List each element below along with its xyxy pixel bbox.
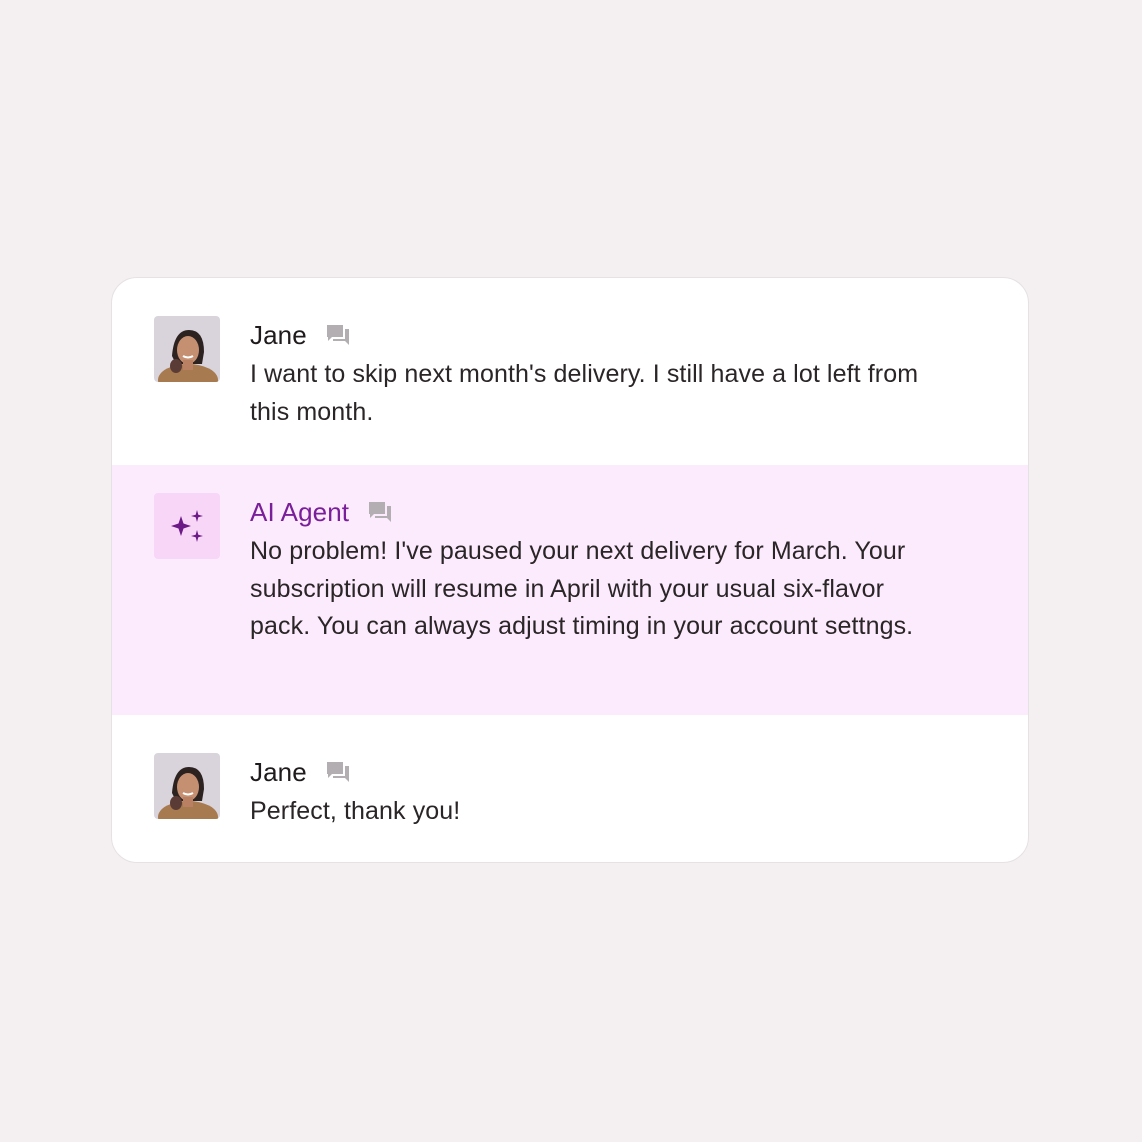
user-avatar xyxy=(154,753,220,819)
message-content: AI Agent No problem! I've paused your ne… xyxy=(250,495,928,646)
message-content: Jane I want to skip next month's deliver… xyxy=(250,318,928,431)
user-photo-avatar xyxy=(154,753,220,819)
chat-bubble-icon xyxy=(326,762,349,782)
conversation-card: Jane I want to skip next month's deliver… xyxy=(111,277,1029,863)
message-text: No problem! I've paused your next delive… xyxy=(250,537,914,640)
sender-name: AI Agent xyxy=(250,496,350,527)
sender-name: Jane xyxy=(250,756,307,787)
message-header: AI Agent xyxy=(250,495,928,529)
message-header: Jane xyxy=(250,318,928,352)
message-header: Jane xyxy=(250,755,928,789)
message-item: Jane I want to skip next month's deliver… xyxy=(112,278,1028,465)
user-photo-avatar xyxy=(154,316,220,382)
chat-bubble-icon xyxy=(369,502,392,522)
message-item-agent: AI Agent No problem! I've paused your ne… xyxy=(112,465,1028,715)
chat-bubble-icon xyxy=(326,325,349,345)
agent-avatar xyxy=(154,493,220,559)
user-avatar xyxy=(154,316,220,382)
message-text: I want to skip next month's delivery. I … xyxy=(250,360,919,426)
message-content: Jane Perfect, thank you! xyxy=(250,755,928,831)
message-item: Jane Perfect, thank you! xyxy=(112,715,1028,862)
sender-name: Jane xyxy=(250,319,307,350)
message-text: Perfect, thank you! xyxy=(250,797,461,825)
sparkles-icon xyxy=(171,510,203,542)
